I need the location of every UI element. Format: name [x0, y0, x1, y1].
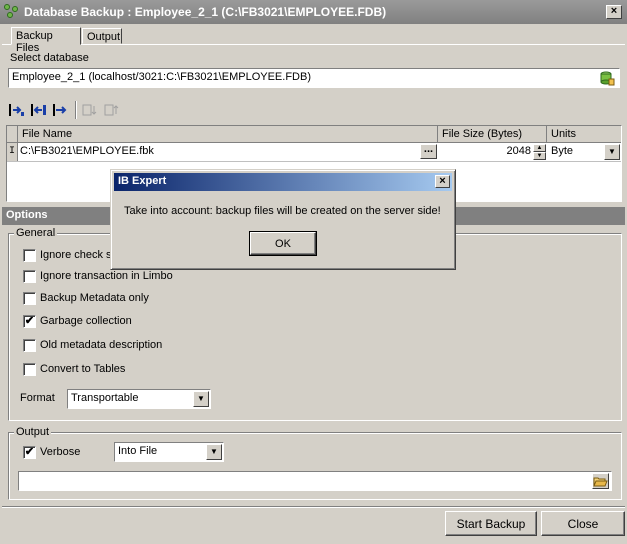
old-metadata-label[interactable]: Old metadata description [40, 339, 162, 351]
row-indicator: I [7, 143, 18, 161]
chevron-down-icon[interactable]: ▼ [604, 144, 620, 160]
grid-indicator-header [7, 126, 18, 143]
ignore-checksum-checkbox[interactable] [23, 249, 36, 262]
grid-header-file-name[interactable]: File Name [18, 126, 438, 143]
garbage-collection-label[interactable]: Garbage collection [40, 315, 132, 327]
close-button[interactable]: Close [541, 511, 625, 536]
units-value: Byte [551, 145, 574, 157]
convert-tables-checkbox[interactable] [23, 363, 36, 376]
window-title: Database Backup : Employee_2_1 (C:\FB302… [24, 5, 387, 19]
open-folder-icon[interactable] [592, 473, 609, 489]
verbose-label[interactable]: Verbose [40, 446, 80, 458]
move-up-icon[interactable] [104, 102, 120, 118]
file-name-cell[interactable]: C:\FB3021\EMPLOYEE.fbk [20, 145, 154, 157]
delete-file-icon[interactable] [52, 102, 68, 118]
database-value: Employee_2_1 (localhost/3021:C:\FB3021\E… [12, 71, 311, 83]
verbose-checkbox[interactable]: ✔ [23, 446, 36, 459]
chevron-down-icon[interactable]: ▼ [193, 391, 209, 407]
window-titlebar: Database Backup : Employee_2_1 (C:\FB302… [0, 0, 627, 24]
database-backup-icon [4, 4, 20, 20]
file-size-cell[interactable]: 2048 [439, 145, 531, 157]
format-value: Transportable [71, 392, 139, 404]
dialog-titlebar: IB Expert [114, 173, 452, 191]
metadata-only-label[interactable]: Backup Metadata only [40, 292, 149, 304]
output-file-input[interactable] [18, 471, 612, 491]
metadata-only-checkbox[interactable] [23, 292, 36, 305]
spin-up-icon[interactable]: ▲ [533, 144, 546, 152]
info-dialog: IB Expert × Take into account: backup fi… [110, 169, 456, 270]
database-icon[interactable] [599, 70, 615, 86]
add-file-icon[interactable] [8, 102, 24, 118]
start-backup-button[interactable]: Start Backup [445, 511, 537, 536]
ok-button[interactable]: OK [249, 231, 317, 256]
tab-strip-line [2, 44, 625, 45]
browse-file-button[interactable]: ... [420, 144, 437, 159]
spin-down-icon[interactable]: ▼ [533, 152, 546, 160]
size-spinner[interactable]: ▲ ▼ [533, 144, 546, 160]
window-close-button[interactable]: × [606, 5, 622, 19]
dialog-message: Take into account: backup files will be … [124, 205, 441, 217]
insert-file-icon[interactable] [30, 102, 46, 118]
dialog-title: IB Expert [118, 175, 167, 187]
table-row[interactable]: I C:\FB3021\EMPLOYEE.fbk ... 2048 ▲ ▼ By… [7, 143, 621, 161]
general-group-label: General [14, 227, 58, 239]
grid-header-units[interactable]: Units [547, 126, 621, 143]
bottom-separator [2, 506, 625, 508]
tab-backup-files[interactable]: Backup Files [11, 27, 81, 54]
convert-tables-label[interactable]: Convert to Tables [40, 363, 125, 375]
move-down-icon[interactable] [82, 102, 98, 118]
tab-output[interactable]: Output [82, 28, 122, 44]
output-group-label: Output [14, 426, 52, 438]
old-metadata-checkbox[interactable] [23, 339, 36, 352]
chevron-down-icon[interactable]: ▼ [206, 444, 222, 460]
ignore-limbo-label[interactable]: Ignore transaction in Limbo [40, 270, 173, 282]
verbose-target-value: Into File [118, 445, 158, 457]
toolbar-separator [75, 101, 77, 119]
ignore-checksum-label[interactable]: Ignore check s [40, 249, 112, 261]
options-header-label: Options [6, 209, 48, 221]
grid-header-file-size[interactable]: File Size (Bytes) [438, 126, 547, 143]
garbage-collection-checkbox[interactable]: ✔ [23, 315, 36, 328]
format-label: Format [20, 392, 55, 404]
grid-row-divider [7, 161, 621, 162]
database-selector[interactable]: Employee_2_1 (localhost/3021:C:\FB3021\E… [8, 68, 620, 88]
dialog-close-button[interactable]: × [435, 175, 450, 188]
format-select[interactable]: Transportable [67, 389, 211, 409]
ignore-limbo-checkbox[interactable] [23, 270, 36, 283]
